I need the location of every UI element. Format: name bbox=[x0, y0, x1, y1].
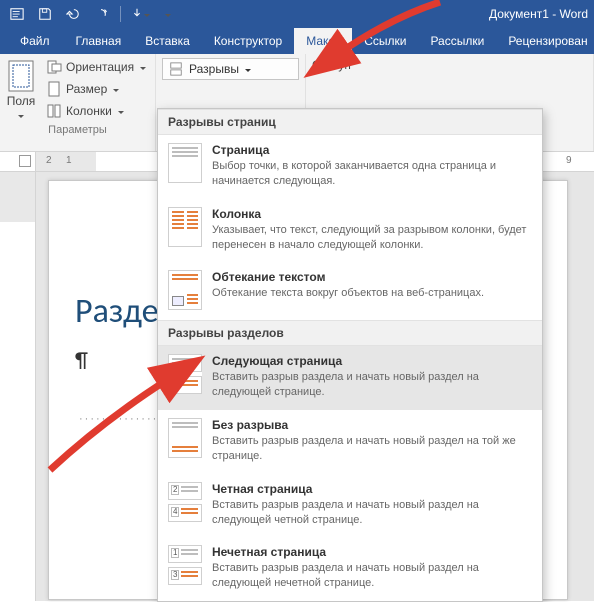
tab-references[interactable]: Ссылки bbox=[352, 28, 418, 54]
redo-icon[interactable] bbox=[88, 2, 114, 26]
breaks-button[interactable]: Разрывы bbox=[162, 58, 299, 80]
quick-access-toolbar bbox=[0, 2, 181, 26]
break-continuous[interactable]: Без разрываВставить разрыв раздела и нач… bbox=[158, 410, 542, 474]
touch-mode-icon[interactable] bbox=[127, 2, 153, 26]
tab-mailings[interactable]: Рассылки bbox=[418, 28, 496, 54]
break-odd-page[interactable]: 1 3 Нечетная страницаВставить разрыв раз… bbox=[158, 537, 542, 601]
break-column[interactable]: КолонкаУказывает, что текст, следующий з… bbox=[158, 199, 542, 263]
breaks-dropdown: Разрывы страниц СтраницаВыбор точки, в к… bbox=[157, 108, 543, 602]
ribbon-tabs: Файл Главная Вставка Конструктор Макет С… bbox=[0, 28, 594, 54]
next-page-break-icon bbox=[168, 354, 202, 394]
orientation-button[interactable]: Ориентация bbox=[42, 56, 150, 78]
word-app-icon[interactable] bbox=[4, 2, 30, 26]
margins-label: Поля bbox=[6, 94, 36, 108]
break-text-wrapping[interactable]: Обтекание текстомОбтекание текста вокруг… bbox=[158, 262, 542, 320]
page-setup-group-label: Параметры bbox=[6, 122, 149, 140]
indent-label: Отступ bbox=[312, 58, 587, 72]
page-setup-group: Поля Ориентация Размер Колонки Параметры bbox=[0, 54, 156, 151]
save-icon[interactable] bbox=[32, 2, 58, 26]
tab-file[interactable]: Файл bbox=[6, 28, 64, 54]
tab-layout[interactable]: Макет bbox=[294, 28, 352, 54]
break-page[interactable]: СтраницаВыбор точки, в которой заканчива… bbox=[158, 135, 542, 199]
page-breaks-header: Разрывы страниц bbox=[158, 109, 542, 135]
even-page-break-icon: 2 4 bbox=[168, 482, 202, 522]
continuous-break-icon bbox=[168, 418, 202, 458]
odd-page-break-icon: 1 3 bbox=[168, 545, 202, 585]
break-next-page[interactable]: Следующая страницаВставить разрыв раздел… bbox=[158, 346, 542, 410]
page-break-icon bbox=[168, 143, 202, 183]
column-break-icon bbox=[168, 207, 202, 247]
document-title: Документ1 - Word bbox=[489, 7, 588, 21]
title-bar: Документ1 - Word bbox=[0, 0, 594, 28]
undo-icon[interactable] bbox=[60, 2, 86, 26]
margins-button[interactable]: Поля bbox=[6, 56, 36, 122]
vertical-ruler[interactable] bbox=[0, 172, 36, 601]
qat-customize-icon[interactable] bbox=[155, 2, 181, 26]
ruler-corner[interactable] bbox=[0, 152, 36, 172]
size-button[interactable]: Размер bbox=[42, 78, 150, 100]
columns-button[interactable]: Колонки bbox=[42, 100, 150, 122]
tab-review[interactable]: Рецензирован bbox=[496, 28, 594, 54]
tab-home[interactable]: Главная bbox=[64, 28, 134, 54]
break-even-page[interactable]: 2 4 Четная страницаВставить разрыв разде… bbox=[158, 474, 542, 538]
text-wrapping-break-icon bbox=[168, 270, 202, 310]
tab-insert[interactable]: Вставка bbox=[133, 28, 202, 54]
section-breaks-header: Разрывы разделов bbox=[158, 320, 542, 346]
tab-design[interactable]: Конструктор bbox=[202, 28, 294, 54]
